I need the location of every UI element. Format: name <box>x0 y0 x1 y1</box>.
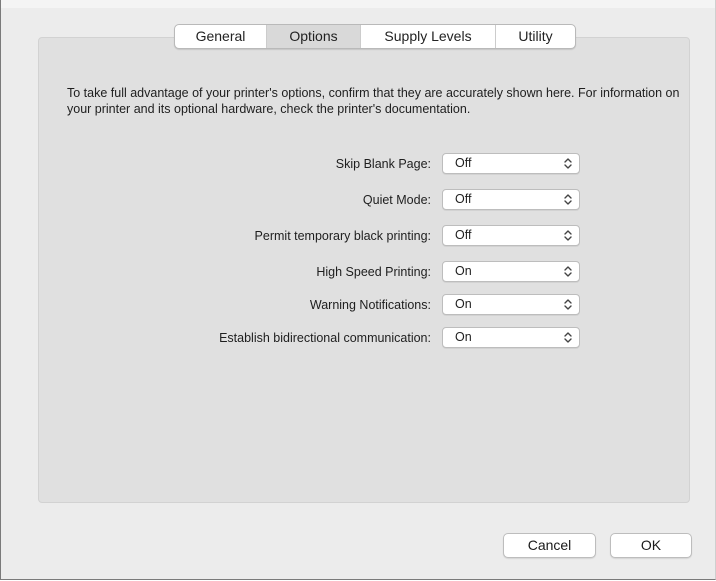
popup-value: Off <box>455 192 472 206</box>
option-row-high-speed-printing: High Speed Printing: On <box>1 261 716 283</box>
option-row-establish-bidirectional-communication: Establish bidirectional communication: O… <box>1 327 716 349</box>
option-label: Skip Blank Page: <box>335 157 431 171</box>
option-label: Quiet Mode: <box>362 193 431 207</box>
skip-blank-page-popup[interactable]: Off <box>442 153 580 174</box>
popup-value: On <box>455 330 472 344</box>
up-down-chevron-icon <box>564 158 572 169</box>
establish-bidirectional-communication-popup[interactable]: On <box>442 327 580 348</box>
window-top-strip <box>1 0 715 8</box>
up-down-chevron-icon <box>564 194 572 205</box>
popup-value: Off <box>455 228 472 242</box>
option-label: Establish bidirectional communication: <box>219 331 431 345</box>
high-speed-printing-popup[interactable]: On <box>442 261 580 282</box>
option-label: Warning Notifications: <box>309 298 431 312</box>
intro-text: To take full advantage of your printer's… <box>67 86 680 116</box>
warning-notifications-popup[interactable]: On <box>442 294 580 315</box>
option-row-permit-temporary-black-printing: Permit temporary black printing: Off <box>1 225 716 247</box>
cancel-button[interactable]: Cancel <box>503 533 596 558</box>
up-down-chevron-icon <box>564 266 572 277</box>
up-down-chevron-icon <box>564 299 572 310</box>
option-label: Permit temporary black printing: <box>254 229 431 243</box>
option-row-warning-notifications: Warning Notifications: On <box>1 294 716 316</box>
option-row-skip-blank-page: Skip Blank Page: Off <box>1 153 716 175</box>
printer-options-dialog: General Options Supply Levels Utility To… <box>0 0 716 580</box>
up-down-chevron-icon <box>564 332 572 343</box>
popup-value: Off <box>455 156 472 170</box>
up-down-chevron-icon <box>564 230 572 241</box>
tab-utility[interactable]: Utility <box>496 25 575 48</box>
tab-supply-levels[interactable]: Supply Levels <box>361 25 496 48</box>
permit-temporary-black-printing-popup[interactable]: Off <box>442 225 580 246</box>
popup-value: On <box>455 264 472 278</box>
tab-options[interactable]: Options <box>267 25 361 48</box>
tab-bar: General Options Supply Levels Utility <box>174 24 576 49</box>
popup-value: On <box>455 297 472 311</box>
ok-button[interactable]: OK <box>610 533 692 558</box>
tab-general[interactable]: General <box>175 25 267 48</box>
option-row-quiet-mode: Quiet Mode: Off <box>1 189 716 211</box>
option-label: High Speed Printing: <box>316 265 431 279</box>
quiet-mode-popup[interactable]: Off <box>442 189 580 210</box>
